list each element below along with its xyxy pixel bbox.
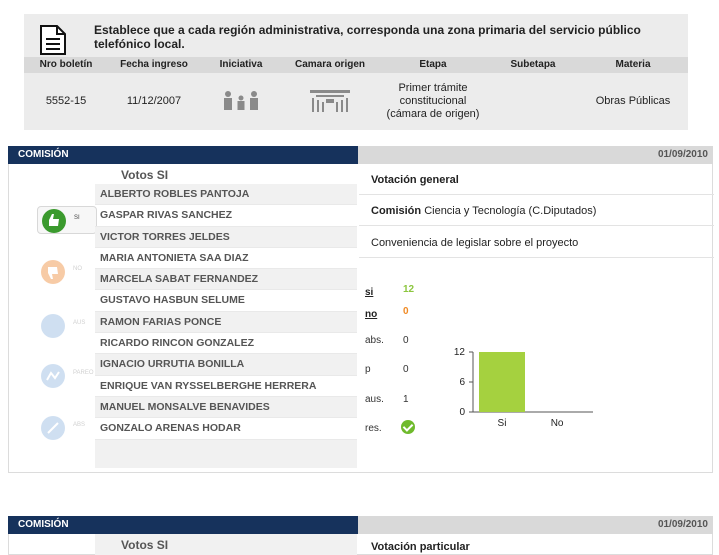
y-tick-label: 0 [459,407,465,418]
col-camara-origen: Camara origen [294,59,366,70]
vote-filter-pareo[interactable]: PAREO [37,362,97,390]
abs-count: 0 [403,335,409,346]
si-count: 12 [403,284,415,295]
comision-body: Votos SI Votación particular [8,534,713,555]
col-etapa: Etapa [419,59,447,70]
vote-filter-no[interactable]: NO [37,258,97,286]
comision-body: SI NO AUS PAREO ABS Votos SI ALBERTO ROB… [8,164,714,473]
vote-filter-label: NO [73,266,82,272]
bar-si [479,352,525,412]
thumbs-down-icon [41,260,65,284]
col-materia: Materia [615,59,651,70]
pareo-label: p [365,364,371,375]
y-tick-label: 12 [454,347,466,358]
people-icon [224,91,258,110]
list-item: GASPAR RIVAS SANCHEZ [95,205,357,227]
votacion-title: Votación particular [371,541,470,553]
fecha-ingreso: 11/12/2007 [126,95,182,107]
no-link[interactable]: no [365,309,377,320]
x-tick-label: No [551,418,564,429]
comision-vote-block-2: COMISIÓN 01/09/2010 Votos SI Votación pa… [8,516,713,555]
list-item: MARCELA SABAT FERNANDEZ [95,269,357,291]
comision-line: Comisión Ciencia y Tecnología (C.Diputad… [371,205,596,217]
vote-filter-si[interactable]: SI [37,206,97,234]
list-item: VICTOR TORRES JELDES [95,226,357,248]
chamber-icon [310,90,350,112]
vote-date: 01/09/2010 [358,146,713,164]
si-link[interactable]: si [365,287,373,298]
comision-header: COMISIÓN [8,146,358,164]
vote-filter-abs[interactable]: ABS [37,414,97,442]
vote-filter-label: ABS [73,422,86,428]
nro-boletin[interactable]: 5552-15 [24,95,108,107]
boletin-column-headers: Nro boletín Fecha ingreso Iniciativa Cam… [24,57,688,73]
votes-heading: Votos SI [121,168,169,182]
vote-filter-aus[interactable]: AUS [37,312,97,340]
voters-list: Votos SI ALBERTO ROBLES PANTOJA GASPAR R… [95,164,357,468]
comision-vote-block: COMISIÓN 01/09/2010 SI NO AUS PAREO ABS … [8,146,714,476]
etapa: Primer trámite constitucional (cámara de… [386,82,480,120]
check-icon [401,420,415,434]
vote-filter-label: SI [74,215,80,221]
col-nro-boletin: Nro boletín [39,59,93,70]
result-label: res. [365,423,382,434]
list-item: ENRIQUE VAN RYSSELBERGHE HERRERA [95,376,357,397]
list-item: MARIA ANTONIETA SAA DIAZ [95,248,357,270]
document-icon [40,25,66,55]
votacion-title: Votación general [371,174,459,186]
list-item: MANUEL MONSALVE BENAVIDES [95,396,357,419]
vote-description: Conveniencia de legislar sobre el proyec… [371,237,579,249]
x-tick-label: Si [498,418,507,429]
materia: Obras Públicas [595,95,671,107]
y-tick-label: 6 [459,377,465,388]
list-item: ALBERTO ROBLES PANTOJA [95,184,357,206]
comision-label: Comisión [371,205,422,217]
vote-date: 01/09/2010 [358,516,713,534]
absent-icon [41,314,65,338]
col-subetapa: Subetapa [510,59,556,70]
list-item: IGNACIO URRUTIA BONILLA [95,354,357,376]
col-fecha-ingreso: Fecha ingreso [120,59,188,70]
no-count: 0 [403,306,409,317]
vote-filter-label: PAREO [73,370,94,376]
vote-bar-chart: 0 6 12 Si No [454,347,593,429]
col-iniciativa: Iniciativa [219,59,263,70]
votes-heading: Votos SI [121,538,169,552]
abs-label: abs. [365,335,384,346]
list-item: RAMON FARIAS PONCE [95,311,357,334]
pareo-icon [41,364,65,388]
aus-count: 1 [403,394,409,405]
list-item: RICARDO RINCON GONZALEZ [95,333,357,355]
abstention-icon [41,416,65,440]
pareo-count: 0 [403,364,409,375]
boletin-card: Establece que a cada región administrati… [24,14,688,130]
boletin-title: Establece que a cada región administrati… [94,23,641,51]
comision-value: Ciencia y Tecnología (C.Diputados) [424,205,597,217]
comision-header: COMISIÓN [8,516,358,534]
vote-filter-label: AUS [73,320,86,326]
list-item: GUSTAVO HASBUN SELUME [95,290,357,312]
thumbs-up-icon [42,209,66,233]
aus-label: aus. [365,394,384,405]
list-item: GONZALO ARENAS HODAR [95,418,357,440]
